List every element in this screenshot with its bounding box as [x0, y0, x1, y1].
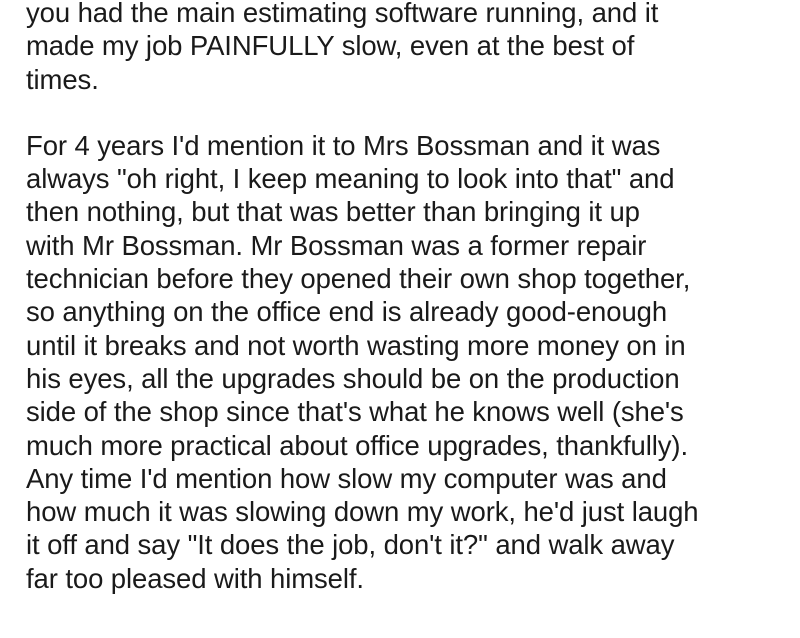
post-body: you had the main estimating software run… — [26, 0, 796, 595]
text-line: Any time I'd mention how slow my compute… — [26, 462, 667, 494]
text-line: until it breaks and not worth wasting mo… — [26, 329, 686, 361]
text-line: how much it was slowing down my work, he… — [26, 496, 699, 528]
paragraph-1: you had the main estimating software run… — [26, 0, 796, 96]
text-line: with Mr Bossman. Mr Bossman was a former… — [26, 229, 647, 261]
text-line: always "oh right, I keep meaning to look… — [26, 163, 675, 195]
text-line: you had the main estimating software run… — [26, 0, 659, 28]
text-line: side of the shop since that's what he kn… — [26, 396, 684, 428]
text-line: technician before they opened their own … — [26, 263, 691, 295]
text-line: it off and say "It does the job, don't i… — [26, 529, 675, 561]
text-line: then nothing, but that was better than b… — [26, 196, 640, 228]
text-line: far too pleased with himself. — [26, 562, 364, 594]
text-line: times. — [26, 63, 99, 95]
text-line: his eyes, all the upgrades should be on … — [26, 362, 680, 394]
text-line: so anything on the office end is already… — [26, 296, 668, 328]
text-line: made my job PAINFULLY slow, even at the … — [26, 30, 635, 62]
text-line: much more practical about office upgrade… — [26, 429, 688, 461]
paragraph-2: For 4 years I'd mention it to Mrs Bossma… — [26, 129, 796, 595]
text-line: For 4 years I'd mention it to Mrs Bossma… — [26, 129, 661, 161]
